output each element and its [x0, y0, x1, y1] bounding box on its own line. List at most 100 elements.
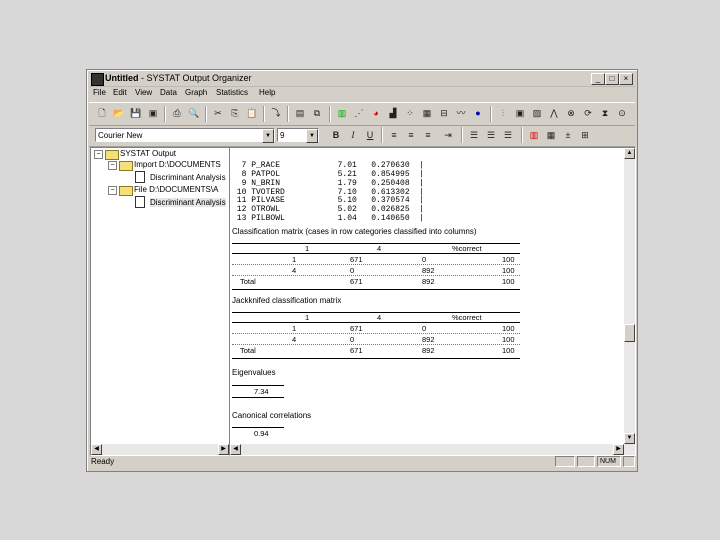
- tree-file-node[interactable]: File D:\DOCUMENTS\A: [134, 185, 218, 194]
- line-thin-icon[interactable]: ☰: [467, 128, 481, 142]
- scroll-down-icon[interactable]: ▼: [624, 433, 635, 444]
- canonical-correlation: 0.94: [254, 429, 269, 438]
- scroll-right-icon[interactable]: ▶: [218, 444, 229, 455]
- bar-chart-icon[interactable]: ▥: [335, 106, 349, 120]
- title-bar[interactable]: Untitled - SYSTAT Output Organizer _ □ ×: [89, 72, 635, 87]
- box-plot-icon[interactable]: ⊟: [437, 106, 451, 120]
- matrix-cell: 100: [502, 346, 515, 355]
- align-right-icon[interactable]: ≡: [421, 128, 435, 142]
- menu-statistics[interactable]: Statistics: [216, 88, 248, 97]
- toolbar-separator: [521, 127, 523, 143]
- matrix-cell: 892: [422, 277, 435, 286]
- dot-plot-icon[interactable]: ⁘: [403, 106, 417, 120]
- italic-button[interactable]: I: [346, 128, 360, 142]
- collapse-icon[interactable]: −: [108, 186, 117, 195]
- new-icon[interactable]: 🗋: [95, 106, 109, 120]
- paste-icon[interactable]: 📋: [245, 106, 259, 120]
- matrix-cell: 0: [350, 335, 355, 344]
- menu-file[interactable]: File: [93, 88, 106, 97]
- menu-graph[interactable]: Graph: [185, 88, 207, 97]
- matrix-cell: 0: [350, 266, 355, 275]
- descriptive-stats-icon[interactable]: ⫶: [496, 106, 510, 120]
- save-icon[interactable]: 💾: [129, 106, 143, 120]
- cut-icon[interactable]: ✂: [211, 106, 225, 120]
- menu-view[interactable]: View: [135, 88, 152, 97]
- document-icon: [135, 196, 145, 208]
- row-divider: [232, 264, 520, 265]
- histogram-icon[interactable]: ▟: [386, 106, 400, 120]
- maximize-button[interactable]: □: [605, 73, 619, 85]
- scroll-up-icon[interactable]: ▲: [624, 148, 635, 159]
- print-preview-icon[interactable]: 🔍: [187, 106, 201, 120]
- data-editor-icon[interactable]: ▤: [293, 106, 307, 120]
- chart-format-icon[interactable]: ▥: [527, 128, 541, 142]
- align-left-icon[interactable]: ≡: [387, 128, 401, 142]
- font-select[interactable]: Courier New ▼: [95, 128, 275, 143]
- bold-button[interactable]: B: [329, 128, 343, 142]
- matrix-header: 4: [377, 244, 382, 253]
- zoom-icon[interactable]: ⊞: [578, 128, 592, 142]
- copy-icon[interactable]: ⎘: [228, 106, 242, 120]
- align-center-icon[interactable]: ≡: [404, 128, 418, 142]
- jackknifed-title: Jackknifed classification matrix: [232, 296, 342, 305]
- anova-icon[interactable]: ▨: [530, 106, 544, 120]
- main-window: Untitled - SYSTAT Output Organizer _ □ ×…: [86, 69, 638, 472]
- indent-icon[interactable]: ⇥: [441, 128, 455, 142]
- decimal-icon[interactable]: ±: [561, 128, 575, 142]
- nonparametric-icon[interactable]: ⊗: [564, 106, 578, 120]
- underline-button[interactable]: U: [363, 128, 377, 142]
- tree-horizontal-scrollbar[interactable]: ◀ ▶: [91, 444, 229, 455]
- scroll-left-icon[interactable]: ◀: [230, 444, 241, 455]
- scroll-left-icon[interactable]: ◀: [91, 444, 102, 455]
- factor-icon[interactable]: ⊙: [615, 106, 629, 120]
- line-thick-icon[interactable]: ☰: [501, 128, 515, 142]
- font-size-select[interactable]: 9 ▼: [277, 128, 319, 143]
- collapse-icon[interactable]: −: [94, 150, 103, 159]
- matrix-plot-icon[interactable]: ▦: [420, 106, 434, 120]
- table-format-icon[interactable]: ▦: [544, 128, 558, 142]
- folder-open-icon: [105, 150, 119, 160]
- tree-import-discriminant[interactable]: Discriminant Analysis: [150, 173, 226, 182]
- tree-root[interactable]: SYSTAT Output: [120, 149, 176, 158]
- matrix-cell: 671: [350, 346, 363, 355]
- tree-import-node[interactable]: Import D:\DOCUMENTS: [134, 160, 221, 169]
- status-panel: [555, 456, 575, 467]
- standard-toolbar: 🗋 📂 💾 ▣ ⎙ 🔍 ✂ ⎘ 📋 ⤵ ▤ ⧉ ▥ ⋰ ◕ ▟ ⁘ ▦ ⊟ 〰 …: [89, 102, 635, 126]
- open-icon[interactable]: 📂: [112, 106, 126, 120]
- output-vertical-scrollbar[interactable]: ▲ ▼: [624, 148, 635, 444]
- output-pane[interactable]: 7 P_RACE 7.01 0.270630 | 8 PATPOL 5.21 0…: [229, 147, 636, 456]
- systat-app-icon[interactable]: [91, 73, 104, 86]
- output-horizontal-scrollbar[interactable]: ◀ ▶: [230, 444, 635, 455]
- minimize-button[interactable]: _: [591, 73, 605, 85]
- folder-open-icon: [119, 161, 133, 171]
- pie-chart-icon[interactable]: ◕: [369, 106, 383, 120]
- menu-data[interactable]: Data: [160, 88, 177, 97]
- scroll-right-icon[interactable]: ▶: [613, 444, 624, 455]
- close-button[interactable]: ×: [619, 73, 633, 85]
- tables-icon[interactable]: ▣: [513, 106, 527, 120]
- density-icon[interactable]: 〰: [454, 106, 468, 120]
- tree-file-discriminant[interactable]: Discriminant Analysis: [150, 198, 226, 207]
- print-icon[interactable]: ⎙: [170, 106, 184, 120]
- matrix-cell: 671: [350, 255, 363, 264]
- collapse-icon[interactable]: −: [108, 161, 117, 170]
- status-ready: Ready: [91, 457, 115, 466]
- line-medium-icon[interactable]: ☰: [484, 128, 498, 142]
- chevron-down-icon[interactable]: ▼: [262, 129, 274, 143]
- scroll-thumb[interactable]: [624, 324, 635, 342]
- window-title: Untitled - SYSTAT Output Organizer: [105, 73, 252, 83]
- menu-edit[interactable]: Edit: [113, 88, 127, 97]
- time-series-icon[interactable]: ⟳: [581, 106, 595, 120]
- matrix-cell: 100: [502, 335, 515, 344]
- regression-icon[interactable]: ⋀: [547, 106, 561, 120]
- scatter-plot-icon[interactable]: ⋰: [352, 106, 366, 120]
- menu-bar: File Edit View Data Graph Statistics Hel…: [89, 87, 635, 100]
- cluster-icon[interactable]: ⧗: [598, 106, 612, 120]
- save-all-icon[interactable]: ▣: [146, 106, 160, 120]
- command-icon[interactable]: ⧉: [310, 106, 324, 120]
- menu-help[interactable]: Help: [259, 88, 275, 97]
- variable-row: 13 PILBOWL 1.04 0.140650 |: [232, 213, 425, 223]
- chevron-down-icon[interactable]: ▼: [306, 129, 318, 143]
- submit-icon[interactable]: ⤵: [269, 106, 283, 120]
- globe-icon[interactable]: ●: [471, 106, 485, 120]
